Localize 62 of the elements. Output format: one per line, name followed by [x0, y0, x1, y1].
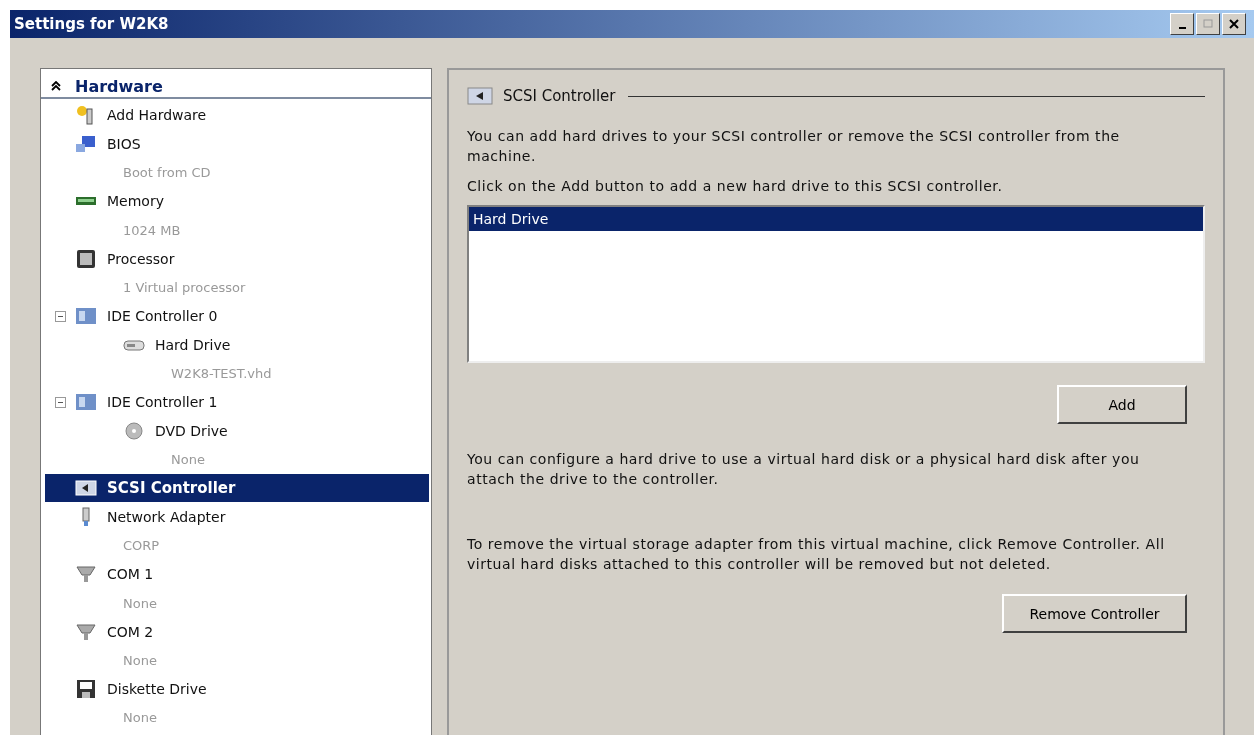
instruction-text: Click on the Add button to add a new hard drive to this SCSI controller. — [467, 177, 1004, 196]
controller-card-icon — [75, 392, 97, 413]
tree-item[interactable]: Hard Drive — [123, 330, 431, 359]
controller-card-icon — [75, 478, 97, 499]
close-icon — [1229, 19, 1239, 29]
item-detail: W2K8-TEST.vhd — [171, 366, 272, 382]
tree-item[interactable]: IDE Controller 1 — [75, 388, 431, 417]
item-label: DVD Drive — [155, 422, 228, 439]
close-button[interactable] — [1222, 13, 1246, 35]
controller-card-icon — [75, 306, 97, 327]
item-label: BIOS — [107, 136, 141, 153]
drive-list[interactable]: Hard Drive — [467, 205, 1205, 363]
tree-item[interactable]: Memory — [75, 187, 431, 216]
item-label: Processor — [107, 250, 175, 267]
maximize-icon — [1203, 19, 1213, 29]
item-detail: CORP — [123, 538, 160, 554]
item-detail: None — [123, 595, 157, 611]
controller-card-icon — [467, 87, 493, 105]
tree-item[interactable]: Diskette Drive — [75, 675, 431, 704]
tree-item[interactable]: IDE Controller 0 — [75, 302, 431, 331]
tree-item[interactable]: COM 2 — [75, 617, 431, 646]
group-title: SCSI Controller — [503, 87, 616, 105]
item-label: SCSI Controller — [107, 479, 236, 498]
maximize-button[interactable] — [1196, 13, 1220, 35]
remove-controller-button[interactable]: Remove Controller — [1002, 594, 1187, 633]
item-detail: 1024 MB — [123, 222, 181, 238]
intro-text: You can add hard drives to your SCSI controller or remove the SCSI controller from the machine. — [467, 127, 1121, 166]
list-item[interactable]: Hard Drive — [469, 207, 1203, 231]
tree-item[interactable]: Processor — [75, 244, 431, 273]
add-button[interactable]: Add — [1057, 385, 1187, 424]
item-detail: None — [171, 452, 205, 468]
processor-icon — [75, 248, 97, 269]
item-label: COM 1 — [107, 566, 154, 583]
item-label: Hard Drive — [155, 336, 231, 353]
section-title: Hardware — [75, 76, 163, 96]
configure-note: You can configure a hard drive to use a virtual hard disk or a physical hard disk after you attach the drive to the controller. — [467, 450, 1141, 489]
item-label: IDE Controller 0 — [107, 308, 218, 325]
item-detail: 1 Virtual processor — [123, 279, 246, 295]
tree-item[interactable]: Add Hardware — [75, 101, 431, 130]
tree-item[interactable]: COM 1 — [75, 560, 431, 589]
minimize-button[interactable] — [1170, 13, 1194, 35]
item-label: Memory — [107, 193, 164, 210]
tree-item[interactable]: SCSI Controller — [45, 474, 429, 503]
remove-note: To remove the virtual storage adapter from this virtual machine, click Remove Controller. All virtual hard disks attached to this controller will be removed but not deleted. — [467, 535, 1166, 574]
collapse-icon[interactable] — [51, 81, 61, 91]
collapse-toggle-icon[interactable] — [54, 310, 66, 322]
item-label: Add Hardware — [107, 107, 207, 124]
minimize-icon — [1178, 27, 1186, 29]
section-header[interactable]: Hardware — [41, 75, 431, 99]
item-label: COM 2 — [107, 623, 154, 640]
window-title: Settings for W2K8 — [14, 15, 169, 33]
collapse-toggle-icon[interactable] — [54, 396, 66, 408]
item-label: Diskette Drive — [107, 681, 207, 698]
item-label: Network Adapter — [107, 508, 226, 525]
tree-item[interactable]: Network Adapter — [75, 502, 431, 531]
tree-item[interactable]: BIOS — [75, 130, 431, 159]
disc-icon — [123, 420, 145, 441]
item-detail: Boot from CD — [123, 165, 211, 181]
tree-item[interactable]: DVD Drive — [123, 416, 431, 445]
item-detail: None — [123, 652, 157, 668]
item-label: IDE Controller 1 — [107, 394, 218, 411]
item-detail: None — [123, 710, 157, 726]
